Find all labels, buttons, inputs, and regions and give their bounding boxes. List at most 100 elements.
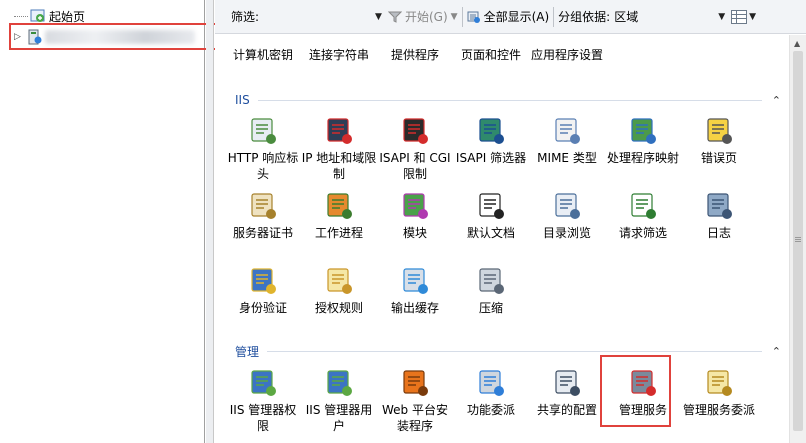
view-grid-icon [731, 9, 748, 24]
iis-manager-permissions-icon [251, 370, 276, 396]
output-caching-icon [399, 265, 431, 297]
request-filtering-icon [631, 193, 656, 219]
handler-mappings-icon [631, 118, 656, 144]
feature-http-response-headers[interactable]: HTTP 响应标头 [225, 115, 301, 182]
feature-label: Web 平台安装程序 [382, 403, 448, 433]
compression-icon [475, 265, 507, 297]
management-service-delegation-icon [703, 367, 735, 399]
default-document-icon [475, 190, 507, 222]
logging-icon [707, 193, 732, 219]
feature-connection-strings[interactable]: 连接字符串 [301, 47, 377, 63]
feature-label: 请求筛选 [618, 226, 667, 240]
isapi-filters-icon [475, 115, 507, 147]
filter-input[interactable] [263, 8, 375, 26]
modules-icon [399, 190, 431, 222]
expand-arrow-icon[interactable]: ▷ [14, 32, 26, 42]
pane-splitter[interactable] [206, 0, 214, 443]
feature-providers[interactable]: 提供程序 [377, 47, 453, 63]
feature-default-document[interactable]: 默认文档 [453, 190, 529, 241]
feature-label: 共享的配置 [536, 403, 597, 417]
feature-shared-configuration[interactable]: 共享的配置 [529, 367, 605, 418]
collapse-icon[interactable]: ⌃ [772, 345, 781, 358]
web-platform-installer-icon [403, 370, 428, 396]
tree-item-server[interactable]: ▷ [14, 27, 195, 47]
feature-error-pages[interactable]: 错误页 [681, 115, 757, 166]
feature-worker-processes[interactable]: 工作进程 [301, 190, 377, 241]
feature-label: ISAPI 筛选器 [455, 151, 527, 165]
group-by-label: 分组依据: [558, 10, 611, 24]
authorization-rules-icon [327, 268, 352, 294]
feature-label: 目录浏览 [542, 226, 591, 240]
feature-machine-key[interactable]: 计算机密钥 [225, 47, 301, 63]
feature-authentication[interactable]: 身份验证 [225, 265, 301, 316]
group-header-iis[interactable]: IIS ⌃ [235, 92, 781, 108]
management-service-delegation-icon [707, 370, 732, 396]
group-divider [257, 99, 762, 101]
server-name-redacted [45, 30, 195, 44]
feature-directory-browsing[interactable]: 目录浏览 [529, 190, 605, 241]
http-response-headers-icon [251, 118, 276, 144]
group-divider [267, 350, 762, 352]
feature-mime-types[interactable]: MIME 类型 [529, 115, 605, 166]
feature-server-certificates[interactable]: 服务器证书 [225, 190, 301, 241]
feature-handler-mappings[interactable]: 处理程序映射 [605, 115, 681, 166]
feature-output-caching[interactable]: 输出缓存 [377, 265, 453, 316]
server-icon [28, 29, 42, 45]
toolbar-divider [461, 6, 463, 27]
start-filter-button[interactable]: 开始(G) ▼ [387, 6, 458, 28]
group-by-dropdown-icon[interactable]: ▼ [718, 12, 725, 22]
feature-iis-manager-users[interactable]: IIS 管理器用户 [301, 367, 377, 434]
feature-isapi-filters[interactable]: ISAPI 筛选器 [453, 115, 529, 166]
feature-feature-delegation[interactable]: 功能委派 [453, 367, 529, 418]
group-title: IIS [235, 93, 250, 107]
authorization-rules-icon [323, 265, 355, 297]
feature-label: 应用程序设置 [530, 48, 603, 62]
tree-item-start-page[interactable]: 起始页 [14, 6, 85, 26]
feature-web-platform-installer[interactable]: Web 平台安装程序 [377, 367, 453, 434]
collapse-icon[interactable]: ⌃ [772, 94, 781, 107]
authentication-icon [247, 265, 279, 297]
logging-icon [703, 190, 735, 222]
feature-label: HTTP 响应标头 [227, 151, 299, 181]
feature-management-service[interactable]: 管理服务 [605, 367, 681, 418]
feature-label: 计算机密钥 [232, 48, 293, 62]
feature-logging[interactable]: 日志 [681, 190, 757, 241]
feature-label: 提供程序 [390, 48, 439, 62]
iis-manager-users-icon [327, 370, 352, 396]
feature-pages-controls[interactable]: 页面和控件 [453, 47, 529, 63]
shared-configuration-icon [555, 370, 580, 396]
filter-dropdown-icon[interactable]: ▼ [375, 12, 382, 22]
feature-iis-manager-permissions[interactable]: IIS 管理器权限 [225, 367, 301, 434]
feature-request-filtering[interactable]: 请求筛选 [605, 190, 681, 241]
feature-modules[interactable]: 模块 [377, 190, 453, 241]
feature-ip-domain-restrictions[interactable]: IP 地址和域限制 [301, 115, 377, 182]
feature-authorization-rules[interactable]: 授权规则 [301, 265, 377, 316]
funnel-icon [387, 11, 402, 23]
group-header-management[interactable]: 管理 ⌃ [235, 343, 781, 359]
show-all-button[interactable]: 全部显示(A) [467, 6, 549, 28]
group-title: 管理 [235, 344, 260, 359]
feature-label: 功能委派 [466, 403, 515, 417]
feature-app-settings[interactable]: 应用程序设置 [529, 47, 605, 63]
ip-domain-restrictions-icon [323, 115, 355, 147]
output-caching-icon [403, 268, 428, 294]
feature-compression[interactable]: 压缩 [453, 265, 529, 316]
filter-label: 筛选: [231, 10, 260, 24]
web-platform-installer-icon [399, 367, 431, 399]
scroll-up-icon[interactable]: ▲ [794, 39, 800, 48]
feature-label: 服务器证书 [232, 226, 293, 240]
feature-management-service-delegation[interactable]: 管理服务委派 [681, 367, 757, 418]
group-by-select[interactable]: 区域 [614, 8, 718, 25]
request-filtering-icon [627, 190, 659, 222]
management-service-icon [631, 370, 656, 396]
feature-label: 管理服务 [618, 403, 667, 417]
vertical-scrollbar[interactable]: ▲ [789, 35, 806, 443]
directory-browsing-icon [551, 190, 583, 222]
features-view: 筛选: ▼ 开始(G) ▼ 全部显示(A) 分组依据: 区域 ▼ ▼ 计算机密钥… [215, 0, 806, 443]
feature-label: 输出缓存 [390, 301, 439, 315]
view-mode-button[interactable]: ▼ [731, 6, 756, 28]
modules-icon [403, 193, 428, 219]
feature-isapi-cgi-restrictions[interactable]: ISAPI 和 CGI 限制 [377, 115, 453, 182]
management-service-icon [627, 367, 659, 399]
scroll-thumb[interactable] [793, 51, 803, 431]
